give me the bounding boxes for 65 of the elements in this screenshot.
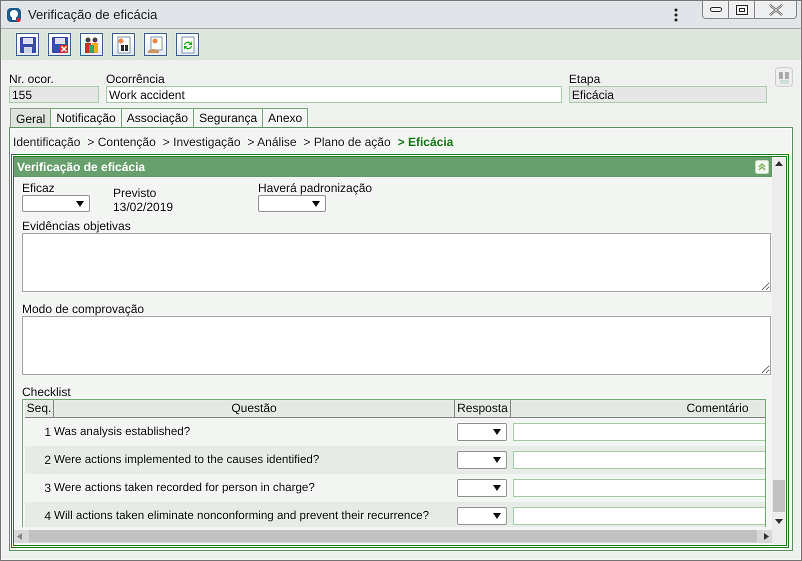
tab[interactable]: Segurança (193, 108, 264, 127)
caret-icon (493, 428, 501, 435)
table-cell-text: Will actions taken eliminate nonconforming and prevent their recurrence? (54, 509, 430, 522)
app-logo-icon (6, 6, 22, 22)
maximize-icon (736, 4, 748, 14)
search-document-button[interactable] (112, 33, 135, 56)
dropdown[interactable] (457, 450, 507, 469)
field-label: Modo de comprovação (22, 302, 146, 316)
scrollbar-thumb[interactable] (773, 480, 785, 512)
caret-icon (493, 484, 501, 491)
table-cell-text: 2 (43, 452, 52, 467)
dropdown[interactable] (258, 195, 326, 212)
scroll-up-icon[interactable] (775, 161, 783, 166)
table-cell-text: 3 (43, 480, 52, 495)
tab[interactable]: Geral (10, 108, 52, 128)
field-label: Previsto (113, 186, 158, 200)
field-label: Haverá padronização (258, 181, 372, 195)
table-cell-text: 4 (43, 508, 52, 523)
caret-icon (312, 200, 320, 206)
field-label: Checklist (22, 384, 72, 399)
breadcrumb-link[interactable]: > Contenção (87, 135, 156, 149)
field-label: Ocorrência (106, 72, 166, 86)
table-cell-text: 1 (43, 424, 52, 439)
section-title: Verificação de eficácia (17, 160, 146, 174)
column-header[interactable]: Comentário (511, 400, 765, 418)
caret-icon (493, 512, 501, 519)
field-label: Evidências objetivas (22, 219, 132, 234)
field-label: Nr. ocor. (9, 72, 55, 86)
scroll-right-icon[interactable] (764, 532, 769, 540)
people-button[interactable] (80, 33, 103, 56)
dropdown[interactable] (22, 195, 90, 212)
save-and-close-button[interactable] (48, 33, 71, 56)
table-cell-text: Were actions taken recorded for person in charge? (54, 481, 316, 494)
text-field[interactable]: Work accident (106, 86, 562, 103)
breadcrumb-link[interactable]: > Eficácia (398, 135, 454, 149)
close-icon (768, 4, 782, 16)
breadcrumb-link[interactable]: Identificação (13, 135, 80, 149)
scroll-down-icon[interactable] (775, 519, 783, 524)
breadcrumb-link[interactable]: > Plano de ação (304, 135, 391, 149)
refresh-button[interactable] (176, 33, 199, 56)
column-header[interactable]: Questão (54, 400, 455, 418)
breadcrumb-link[interactable]: > Investigação (162, 135, 240, 149)
dropdown[interactable] (457, 506, 507, 525)
column-header[interactable]: Resposta (455, 400, 511, 418)
minimize-icon (710, 6, 722, 12)
dropdown[interactable] (457, 422, 507, 441)
save-button[interactable] (16, 33, 39, 56)
column-header[interactable]: Seq. (25, 400, 54, 418)
document-person-button[interactable] (144, 33, 167, 56)
table-cell-text: Was analysis established? (54, 425, 192, 438)
caret-icon (493, 456, 501, 463)
tab[interactable]: Notificação (50, 108, 122, 127)
field-label: Eficaz (22, 181, 56, 195)
table-cell-text: Were actions implemented to the causes identified? (54, 453, 320, 466)
field-label: Etapa (568, 72, 602, 86)
breadcrumb-link[interactable]: > Análise (248, 135, 297, 149)
date-value: 13/02/2019 (113, 200, 174, 214)
tab[interactable]: Associação (120, 108, 194, 127)
dropdown[interactable] (457, 478, 507, 497)
caret-icon (76, 200, 84, 206)
more-options-icon[interactable] (674, 8, 678, 22)
chevron-icon[interactable] (755, 160, 769, 174)
window-title: Verificação de eficácia (28, 7, 158, 22)
tab[interactable]: Anexo (262, 108, 308, 127)
vertical-scrollbar[interactable] (772, 157, 786, 545)
